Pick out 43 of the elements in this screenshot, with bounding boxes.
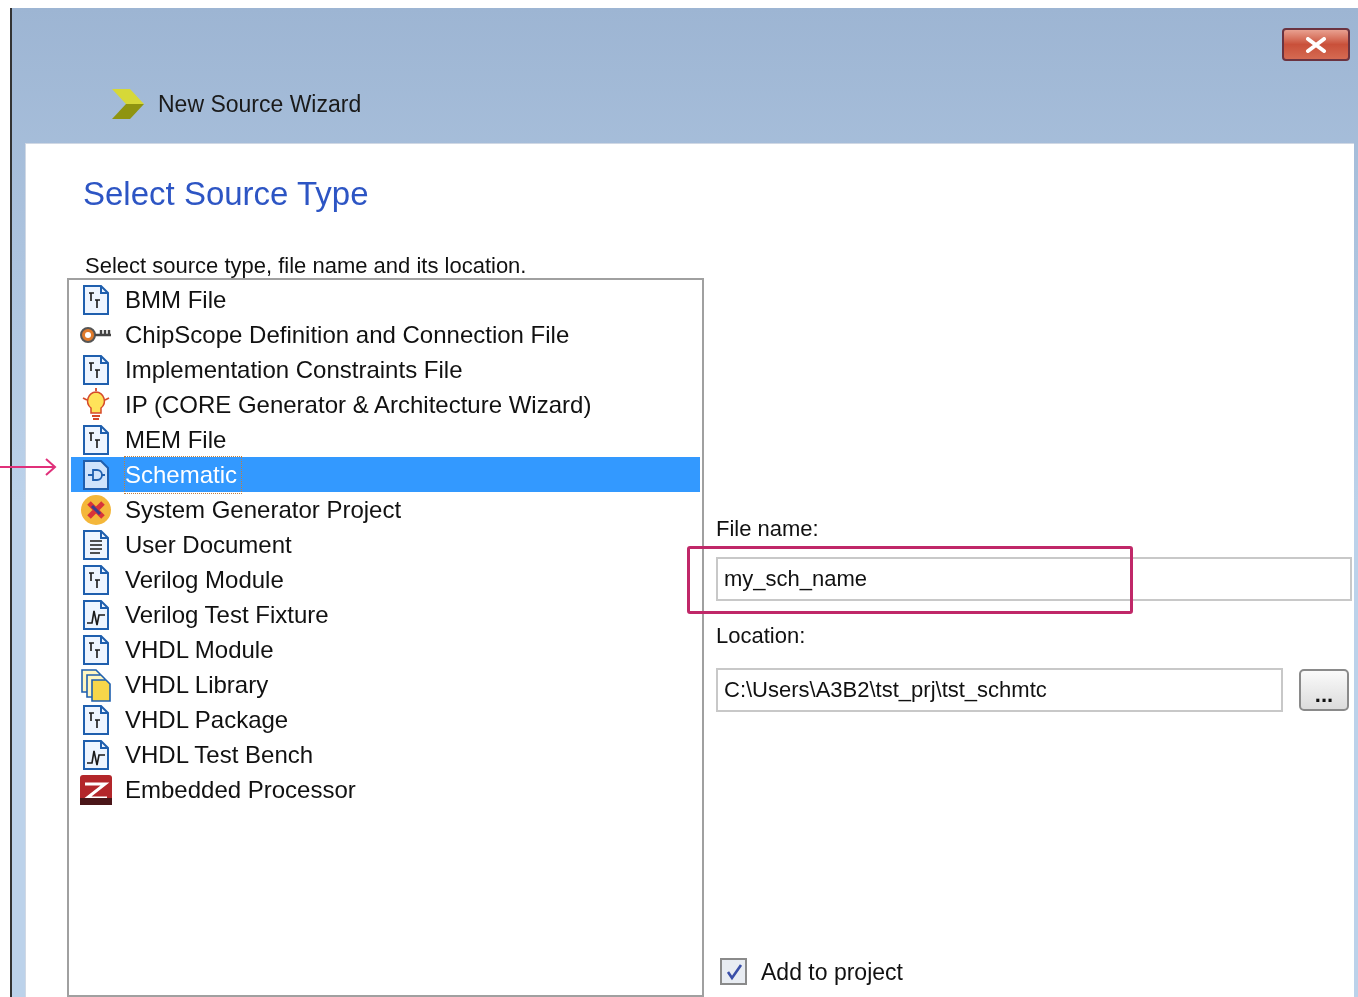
- source-type-item[interactable]: IP (CORE Generator & Architecture Wizard): [71, 387, 700, 422]
- document-icon: [81, 598, 111, 631]
- source-type-item[interactable]: VHDL Test Bench: [71, 737, 700, 772]
- source-type-item[interactable]: ChipScope Definition and Connection File: [71, 317, 700, 352]
- source-type-item[interactable]: Verilog Module: [71, 562, 700, 597]
- add-to-project-checkbox[interactable]: [720, 958, 747, 986]
- document-icon: [81, 283, 111, 316]
- source-type-item[interactable]: VHDL Package: [71, 702, 700, 737]
- document-icon: [81, 703, 111, 736]
- field-label: File name:: [716, 515, 820, 543]
- document-icon: [81, 528, 111, 561]
- field-label: Location:: [716, 622, 807, 650]
- file-name-field[interactable]: my_sch_name: [716, 557, 1352, 601]
- source-type-item[interactable]: User Document: [71, 527, 700, 562]
- document-icon: [81, 353, 111, 386]
- source-type-item[interactable]: MEM File: [71, 422, 700, 457]
- gate-icon: [81, 458, 111, 491]
- source-type-item[interactable]: Verilog Test Fixture: [71, 597, 700, 632]
- checkmark-icon: [724, 962, 743, 981]
- key-icon: [79, 324, 113, 345]
- document-icon: [81, 738, 111, 771]
- processor-logo-icon: [79, 773, 113, 806]
- cross-badge-icon: [80, 493, 112, 526]
- window-title: New Source Wizard: [158, 90, 362, 119]
- close-icon: [1304, 36, 1328, 53]
- browse-button[interactable]: ...: [1299, 669, 1349, 711]
- checkbox-label: Add to project: [761, 957, 903, 987]
- source-type-item[interactable]: BMM File: [71, 282, 700, 317]
- files-icon: [80, 667, 112, 702]
- document-icon: [81, 423, 111, 456]
- lightbulb-icon: [81, 387, 111, 422]
- source-type-item[interactable]: System Generator Project: [71, 492, 700, 527]
- source-type-item[interactable]: Implementation Constraints File: [71, 352, 700, 387]
- location-field[interactable]: C:\Users\A3B2\tst_prj\tst_schmtc: [716, 668, 1283, 712]
- chevron-logo-icon: [110, 89, 146, 120]
- document-icon: [81, 633, 111, 666]
- page-heading: Select Source Type: [83, 174, 370, 214]
- close-button[interactable]: [1282, 28, 1350, 61]
- source-type-item[interactable]: Embedded Processor: [71, 772, 700, 807]
- document-icon: [81, 563, 111, 596]
- source-type-item[interactable]: VHDL Module: [71, 632, 700, 667]
- source-type-item[interactable]: VHDL Library: [71, 667, 700, 702]
- instruction-text: Select source type, file name and its location.: [85, 254, 528, 278]
